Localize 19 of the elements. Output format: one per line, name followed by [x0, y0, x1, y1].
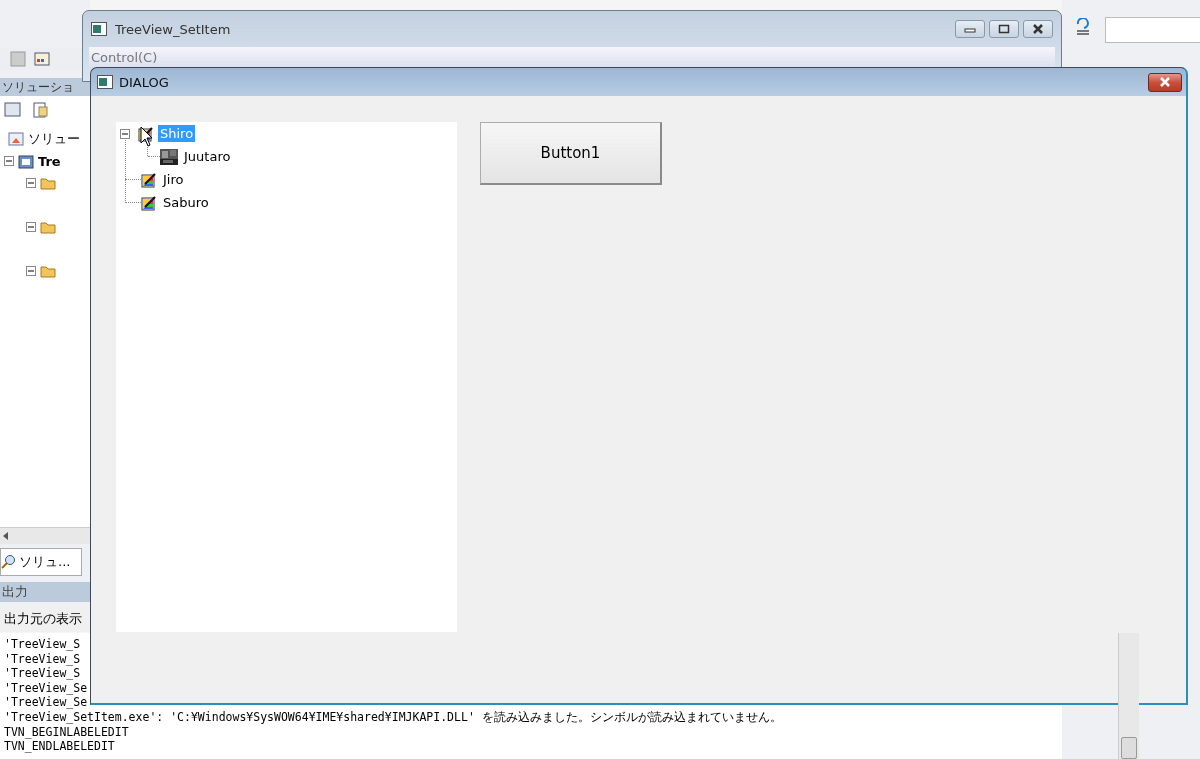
- panel-title: ソリューショ: [0, 78, 90, 96]
- window-title: TreeView_SetItem: [115, 21, 232, 37]
- output-line: TVN_ENDLABELEDIT: [4, 739, 116, 754]
- tree-item[interactable]: ソリュー: [28, 130, 80, 148]
- tree-item[interactable]: Juutaro: [182, 148, 233, 165]
- window-title: DIALOG: [119, 74, 170, 90]
- push-button[interactable]: Button1: [480, 122, 662, 185]
- output-line: TVN_BEGINLABELEDIT: [4, 724, 130, 740]
- output-line: 'TreeView_S: [4, 651, 82, 667]
- menu-item[interactable]: Control(C): [89, 49, 160, 65]
- output-line: 'TreeView_SetItem.exe': 'C:¥Windows¥SysWOW64¥IME¥shared¥IMJKAPI.DLL' を読み込みました。シンボルが読み込まれていません。: [4, 709, 783, 725]
- output-line: 'TreeView_S: [4, 637, 82, 652]
- panel-tab[interactable]: ソリュ...: [0, 548, 82, 576]
- tree-item[interactable]: Saburo: [161, 194, 211, 211]
- output-line: 'TreeView_Se: [4, 695, 89, 710]
- tree-item[interactable]: Jiro: [161, 171, 186, 188]
- output-line: 'TreeView_Se: [4, 680, 89, 696]
- tree-item[interactable]: Tre: [38, 153, 61, 169]
- output-line: 'TreeView_S: [4, 666, 82, 681]
